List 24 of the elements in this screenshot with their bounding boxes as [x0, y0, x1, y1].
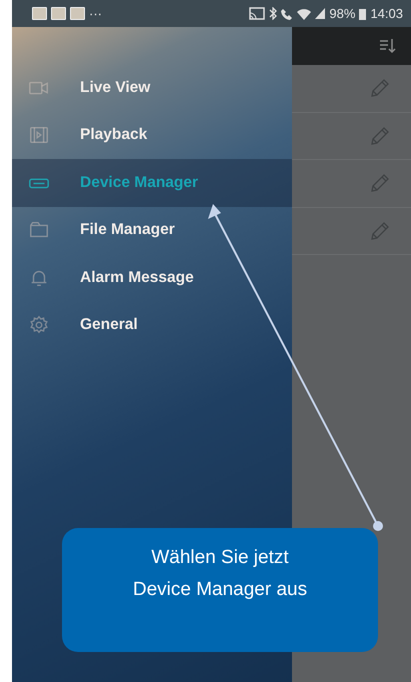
overflow-indicator: ··· — [89, 6, 102, 21]
notification-icon — [51, 7, 66, 20]
instruction-text: Wählen Sie jetzt Device Manager aus — [132, 546, 308, 602]
cast-icon — [249, 7, 266, 20]
edit-icon[interactable] — [369, 124, 391, 147]
menu-item[interactable]: Live View — [12, 64, 292, 112]
menu-item[interactable]: File Manager — [12, 206, 292, 254]
wifi-icon — [297, 8, 312, 20]
battery-percent: 98% — [329, 6, 356, 21]
phone-icon — [281, 8, 294, 20]
clock: 14:03 — [370, 6, 403, 21]
edit-icon[interactable] — [369, 172, 391, 194]
notification-icon — [32, 7, 47, 20]
menu-item[interactable]: Device Manager — [12, 159, 292, 206]
battery-icon — [359, 8, 366, 20]
bluetooth-icon — [269, 7, 278, 20]
edit-icon[interactable] — [369, 220, 391, 242]
menu-item[interactable]: Alarm Message — [12, 254, 292, 302]
edit-icon[interactable] — [369, 77, 391, 100]
sort-icon[interactable] — [379, 38, 397, 54]
menu-item[interactable]: Playback — [12, 112, 292, 159]
menu-item[interactable]: General — [12, 302, 292, 349]
signal-icon — [315, 8, 326, 19]
notification-icon — [70, 7, 85, 20]
